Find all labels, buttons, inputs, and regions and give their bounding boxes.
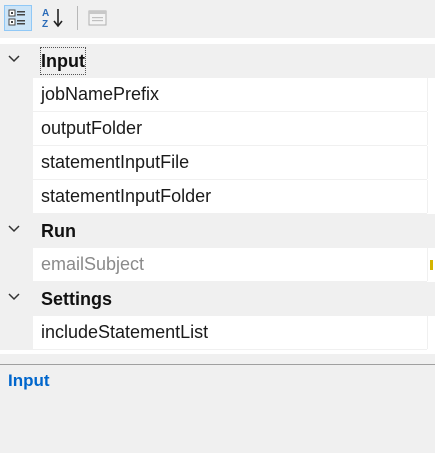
category-label: Input: [37, 44, 89, 78]
property-name: statementInputFile: [41, 152, 190, 172]
property-grid: Input jobNamePrefix outputFolder stateme…: [0, 44, 435, 354]
property-name: jobNamePrefix: [41, 84, 160, 104]
property-row[interactable]: statementInputFile: [0, 146, 435, 180]
category-settings[interactable]: Settings: [0, 282, 435, 316]
property-pages-button[interactable]: [84, 5, 112, 31]
splitter[interactable]: [0, 354, 435, 365]
property-name: statementInputFolder: [41, 186, 212, 206]
alphabetical-sort-button[interactable]: A Z: [38, 5, 68, 31]
svg-text:Z: Z: [42, 19, 48, 30]
description-pane: Input: [0, 365, 435, 453]
property-name: includeStatementList: [41, 322, 209, 342]
property-name: emailSubject: [41, 254, 145, 274]
property-row[interactable]: outputFolder: [0, 112, 435, 146]
description-title: Input: [8, 371, 50, 390]
svg-text:A: A: [42, 8, 49, 19]
category-run[interactable]: Run: [0, 214, 435, 248]
categorized-icon: [8, 9, 25, 26]
chevron-down-icon[interactable]: [6, 289, 22, 305]
categorized-view-button[interactable]: [4, 5, 32, 31]
value-marker: [430, 260, 433, 270]
property-value[interactable]: [427, 146, 435, 179]
property-row[interactable]: includeStatementList: [0, 316, 435, 350]
category-label: Settings: [41, 289, 113, 309]
category-label: Run: [41, 221, 76, 241]
property-pages-icon: [88, 10, 107, 26]
toolbar-separator: [77, 6, 78, 30]
property-row[interactable]: emailSubject: [0, 248, 435, 282]
property-row[interactable]: statementInputFolder: [0, 180, 435, 214]
property-value[interactable]: [427, 180, 435, 213]
property-value[interactable]: [427, 316, 435, 349]
property-value[interactable]: [427, 112, 435, 145]
chevron-down-icon[interactable]: [6, 51, 22, 67]
toolbar: A Z: [0, 0, 435, 38]
sort-az-icon: A Z: [42, 8, 63, 30]
property-name: outputFolder: [41, 118, 143, 138]
property-value[interactable]: [427, 78, 435, 111]
property-row[interactable]: jobNamePrefix: [0, 78, 435, 112]
chevron-down-icon[interactable]: [6, 221, 22, 237]
category-input[interactable]: Input: [0, 44, 435, 78]
